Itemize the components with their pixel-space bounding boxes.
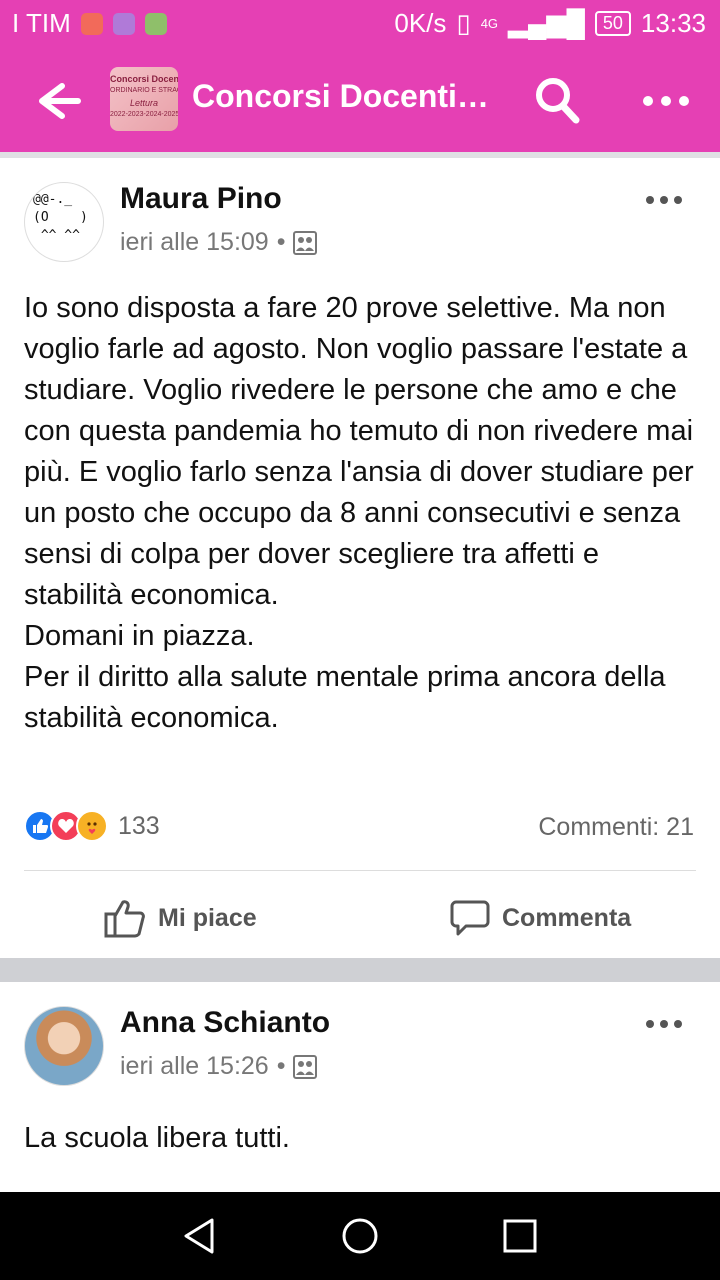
group-thumb-line: 2022-2023-2024-2025	[110, 111, 178, 118]
thumbs-up-icon	[104, 900, 145, 938]
group-thumb-line: Concorsi Docenti 20	[110, 74, 178, 84]
like-button[interactable]: Mi piace	[104, 898, 257, 938]
post-card: Anna Schianto ieri alle 15:26 • La scuol…	[0, 982, 720, 1192]
clock: 13:33	[640, 8, 706, 38]
more-horizontal-icon	[646, 1020, 682, 1028]
reaction-count: 133	[118, 811, 160, 840]
search-icon	[536, 78, 580, 124]
post-card: @@-._ (O ) ^^ ^^ Maura Pino ieri alle 15…	[0, 158, 720, 958]
post-text: La scuola libera tutti.	[24, 1122, 290, 1154]
triangle-back-icon	[184, 1218, 214, 1254]
network-type: 4G	[480, 16, 499, 31]
meta-separator: •	[276, 228, 286, 256]
carrier-label: I TIM	[12, 8, 71, 38]
post-options-button[interactable]	[644, 192, 684, 208]
avatar[interactable]: @@-._ (O ) ^^ ^^	[24, 182, 104, 262]
app-bar: Concorsi Docenti 20 ORDINARIO E STRAORDI…	[0, 50, 720, 152]
group-thumb-line: ORDINARIO E STRAORDINARIO	[110, 87, 178, 94]
navigation-bar	[0, 1192, 720, 1280]
gallery-icon	[112, 12, 135, 35]
like-label: Mi piace	[158, 903, 257, 932]
group-audience-icon	[293, 1054, 318, 1079]
status-bar: I TIM 0K/s ▯ 4G ▂▄▆█ 50 13:33	[0, 0, 720, 50]
post-author[interactable]: Maura Pino	[120, 182, 282, 216]
more-options-button[interactable]	[640, 86, 692, 116]
group-audience-icon	[293, 230, 318, 255]
avatar-ascii-art: @@-._ (O ) ^^ ^^	[33, 192, 88, 243]
network-speed: 0K/s	[394, 8, 447, 38]
square-recents-icon	[503, 1219, 537, 1253]
nav-recents-button[interactable]	[500, 1216, 540, 1256]
group-thumbnail[interactable]: Concorsi Docenti 20 ORDINARIO E STRAORDI…	[110, 67, 178, 131]
post-options-button[interactable]	[644, 1016, 684, 1032]
reactions-summary[interactable]: 133	[24, 810, 160, 842]
more-horizontal-icon	[646, 196, 682, 204]
avatar[interactable]	[24, 1006, 104, 1086]
post-meta: ieri alle 15:09 •	[120, 228, 318, 257]
post-meta: ieri alle 15:26 •	[120, 1052, 318, 1081]
post-timestamp[interactable]: ieri alle 15:09	[120, 228, 269, 257]
page-title[interactable]: Concorsi Docenti…	[192, 78, 492, 115]
more-horizontal-icon	[643, 96, 689, 106]
back-button[interactable]	[28, 78, 84, 124]
post-author[interactable]: Anna Schianto	[120, 1006, 330, 1040]
comment-label: Commenta	[502, 903, 632, 932]
arrow-left-icon	[39, 83, 81, 119]
circle-home-icon	[342, 1218, 378, 1254]
vibrate-icon: ▯	[456, 8, 471, 38]
nav-home-button[interactable]	[340, 1216, 380, 1256]
care-reaction-icon	[76, 810, 108, 842]
nav-back-button[interactable]	[180, 1216, 220, 1256]
comment-icon	[450, 900, 490, 936]
group-thumb-line: Lettura	[129, 98, 159, 108]
divider	[24, 870, 696, 871]
signal-icon: ▂▄▆█	[508, 8, 585, 38]
search-button[interactable]	[532, 74, 582, 126]
post-text: Io sono disposta a fare 20 prove seletti…	[24, 292, 694, 734]
post-timestamp[interactable]: ieri alle 15:26	[120, 1052, 269, 1081]
comment-button[interactable]: Commenta	[450, 898, 631, 938]
app-notification-icon	[144, 12, 167, 35]
battery-icon: 50	[594, 11, 631, 36]
notification-icon	[80, 12, 103, 35]
comments-count[interactable]: Commenti: 21	[538, 813, 694, 842]
meta-separator: •	[276, 1052, 286, 1080]
